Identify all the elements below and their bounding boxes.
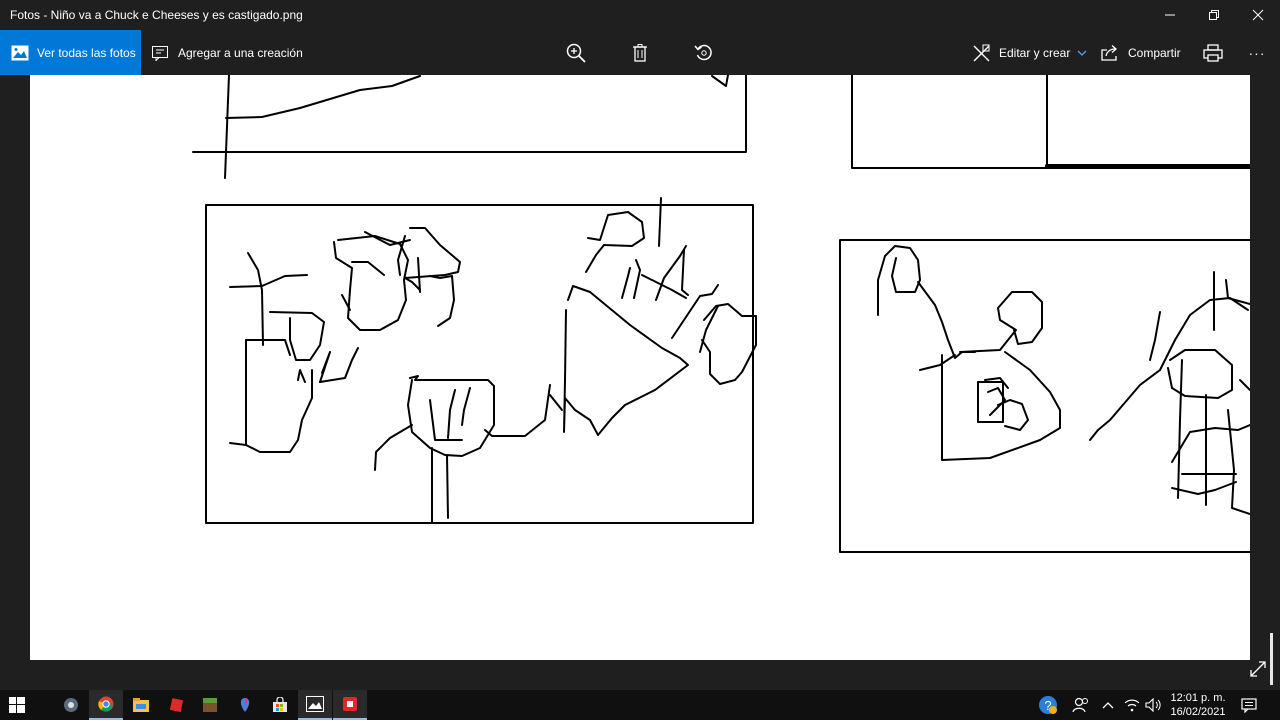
red-app-icon xyxy=(169,698,184,713)
edit-create-label: Editar y crear xyxy=(999,45,1071,60)
folder-icon xyxy=(133,698,149,712)
taskbar-app-1[interactable] xyxy=(54,690,88,720)
taskbar-chrome[interactable] xyxy=(89,690,123,720)
zoom-in-icon xyxy=(566,43,586,63)
chevron-down-icon xyxy=(1077,50,1087,56)
image-viewer[interactable] xyxy=(0,75,1280,690)
clock-time: 12:01 p. m. xyxy=(1170,692,1226,704)
photos-app-icon xyxy=(306,696,324,712)
taskbar-recorder[interactable] xyxy=(333,690,367,720)
window-title: Fotos - Niño va a Chuck e Cheeses y es c… xyxy=(10,8,303,22)
more-options-icon: ··· xyxy=(1248,44,1266,61)
clock-date: 16/02/2021 xyxy=(1170,706,1226,718)
minimize-button[interactable] xyxy=(1148,0,1192,30)
help-icon: ? xyxy=(1039,696,1057,714)
rotate-icon xyxy=(694,44,712,60)
add-creation-icon xyxy=(152,45,168,61)
fullscreen-button[interactable] xyxy=(1248,659,1268,679)
more-button[interactable]: ··· xyxy=(1245,30,1269,75)
taskbar-app-pin[interactable] xyxy=(228,690,262,720)
notifications-button[interactable] xyxy=(1232,690,1266,720)
app-toolbar: Ver todas las fotos Agregar a una creaci… xyxy=(0,30,1280,75)
expand-icon xyxy=(1250,661,1266,677)
volume-tray[interactable] xyxy=(1140,690,1168,720)
scrollbar[interactable] xyxy=(1270,633,1273,685)
chevron-up-icon xyxy=(1102,702,1114,709)
all-photos-button[interactable]: Ver todas las fotos xyxy=(0,30,141,75)
system-clock[interactable]: 12:01 p. m. 16/02/2021 xyxy=(1168,690,1228,720)
taskbar-minecraft[interactable] xyxy=(193,690,227,720)
minimize-icon xyxy=(1165,14,1175,16)
close-button[interactable] xyxy=(1236,0,1280,30)
title-bar: Fotos - Niño va a Chuck e Cheeses y es c… xyxy=(0,0,1280,30)
help-tray[interactable]: ? xyxy=(1031,690,1065,720)
all-photos-label: Ver todas las fotos xyxy=(37,45,136,60)
share-button[interactable]: Compartir xyxy=(1101,30,1181,75)
taskbar-app-red[interactable] xyxy=(159,690,193,720)
speaker-icon xyxy=(1145,698,1161,712)
restore-icon xyxy=(1209,10,1219,20)
start-button[interactable] xyxy=(0,690,34,720)
trash-icon xyxy=(633,43,647,62)
chrome-icon xyxy=(98,696,114,712)
app-globe-icon xyxy=(64,698,78,712)
zoom-button[interactable] xyxy=(565,30,587,75)
grass-block-icon xyxy=(203,698,217,712)
windows-logo-icon xyxy=(9,697,25,713)
edit-create-icon xyxy=(973,44,990,61)
taskbar-store[interactable] xyxy=(263,690,297,720)
store-bag-icon xyxy=(273,697,287,712)
add-to-creation-button[interactable]: Agregar a una creación xyxy=(152,30,303,75)
add-to-creation-label: Agregar a una creación xyxy=(178,45,303,60)
photo-canvas xyxy=(30,75,1250,660)
photo-icon xyxy=(11,45,29,60)
edit-create-button[interactable]: Editar y crear xyxy=(972,30,1087,75)
delete-button[interactable] xyxy=(630,30,650,75)
share-icon xyxy=(1101,45,1117,61)
taskbar: ? 12:01 p. m. 16/02/2021 xyxy=(0,690,1280,720)
rotate-button[interactable] xyxy=(693,30,715,75)
people-tray[interactable] xyxy=(1064,690,1098,720)
close-icon xyxy=(1252,9,1264,21)
taskbar-photos[interactable] xyxy=(298,690,332,720)
taskbar-file-explorer[interactable] xyxy=(124,690,158,720)
record-icon xyxy=(343,697,357,711)
wifi-icon xyxy=(1124,699,1140,712)
maximize-button[interactable] xyxy=(1192,0,1236,30)
share-label: Compartir xyxy=(1128,45,1181,60)
balloon-icon xyxy=(240,698,250,712)
drawing-image xyxy=(192,75,1250,553)
print-button[interactable] xyxy=(1202,30,1224,75)
printer-icon xyxy=(1203,43,1223,62)
people-icon xyxy=(1072,697,1088,713)
notification-icon xyxy=(1241,698,1257,713)
